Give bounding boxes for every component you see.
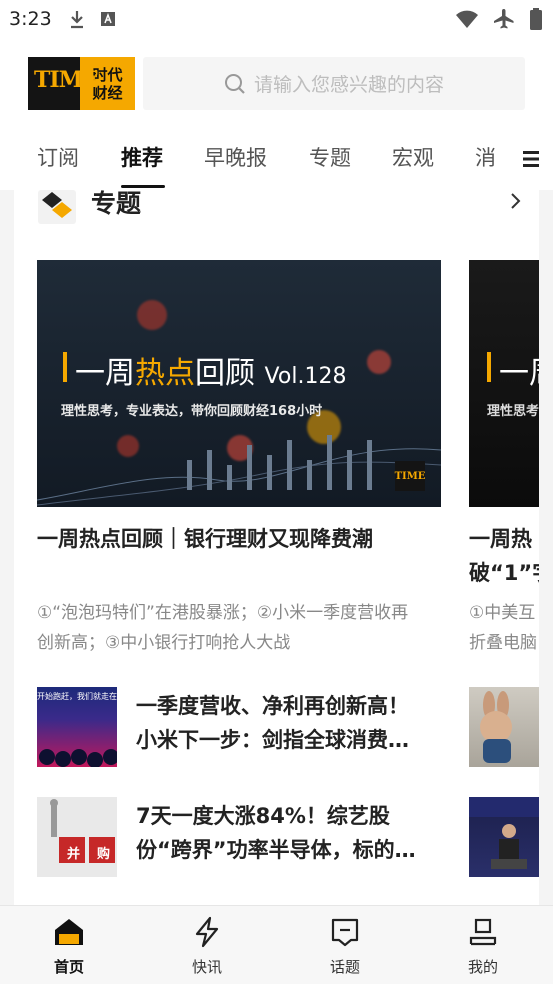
article-title-line2: 小米下一步：剑指全球消费… [136,728,409,752]
banner-word1: 一周 [75,356,135,391]
featured-banner[interactable]: 一周热点回顾 Vol.128 理性思考，专业表达，带你回顾财经168小时 TIM… [37,260,441,507]
featured2-title-line2[interactable]: 破“1”字 [469,556,539,590]
logo-text: TIME [34,67,99,93]
status-bar: 3:23 [0,0,553,38]
battery-icon [530,8,542,30]
active-tab-indicator [121,185,165,188]
nav-flash-news[interactable]: 快讯 [172,914,242,977]
tab-consumer[interactable]: 消 [475,142,496,172]
banner-subtitle: 理性思考，专业表达，带你回顾财经168小时 [61,404,323,419]
search-input[interactable]: 请输入您感兴趣的内容 [143,57,525,110]
banner-word-highlight: 热点 [135,356,195,391]
nav-topics-label: 话题 [329,958,360,976]
nav-home-label: 首页 [53,958,84,976]
article-thumbnail-2 [469,797,539,877]
featured2-desc-line2: 折叠电脑 [469,633,537,653]
category-tabs: 订阅 推荐 早晚报 专题 宏观 消 [0,130,553,190]
download-icon [71,11,83,29]
chevron-right-icon[interactable] [509,192,523,210]
candlestick-decoration [37,435,441,506]
menu-icon [522,151,539,167]
banner-volume: Vol.128 [264,364,347,389]
featured2-title-line1[interactable]: 一周热 [469,522,532,556]
app-header: TIME 时代 财经 请输入您感兴趣的内容 [0,38,553,130]
nav-home[interactable]: 首页 [34,914,104,977]
tab-topics[interactable]: 专题 [309,142,351,172]
tab-subscribe[interactable]: 订阅 [37,142,79,172]
nav-topics[interactable]: 话题 [310,914,380,977]
topics-card: 专题 一周热点回顾 Vol.128 理性思考，专业表达，带你回顾财经168小时 … [14,190,539,905]
article-thumbnail: 开始跑赶，我们就走在赢的 [37,687,117,767]
article-title-line1: 7天一度大涨84%！综艺股 [136,804,390,828]
home-icon [55,919,83,945]
tab-menu-button[interactable] [508,144,553,174]
banner-word2: 回顾 [195,356,255,391]
article-thumbnail: 并 购 [37,797,117,877]
banner2-subtitle: 理性思考 [487,404,539,419]
search-placeholder: 请输入您感兴趣的内容 [253,74,444,96]
status-time: 3:23 [9,8,52,30]
article-thumbnail-2 [469,687,539,767]
banner2-title: 一周 [499,356,539,391]
time-finance-logo[interactable]: TIME 时代 财经 [28,57,135,110]
tab-recommend[interactable]: 推荐 [121,142,163,172]
labubu-figure-image [480,691,512,763]
font-app-icon [101,12,115,26]
nav-mine-label: 我的 [467,958,498,976]
nav-mine[interactable]: 我的 [448,914,518,977]
search-icon [224,73,245,94]
tab-morning-evening[interactable]: 早晚报 [204,142,267,172]
featured-title[interactable]: 一周热点回顾｜银行理财又现降费潮 [37,522,373,556]
featured-desc-line2: 创新高；③中小银行打响抢人大战 [37,633,291,653]
list-item[interactable]: 开始跑赶，我们就走在赢的 一季度营收、净利再创新高！ 小米下一步：剑指全球消费… [37,687,539,767]
section-title: 专题 [91,190,142,218]
featured-banner-2[interactable]: 一周 理性思考 [469,260,539,507]
bottom-nav: 首页 快讯 话题 我的 [0,905,553,984]
article-title-line2: 份“跨界”功率半导体，标的… [136,838,416,862]
topic-section-icon [38,190,76,224]
topic-icon [331,918,359,947]
user-icon [469,918,497,946]
featured2-desc-line1: ①中美互 [469,603,536,623]
banner-logo: TIME [395,461,425,491]
airplane-icon [494,9,514,29]
featured-desc-line1: ①“泡泡玛特们”在港股暴涨；②小米一季度营收再 [37,603,409,623]
expo-stage-image [469,797,539,869]
thumb-char2: 购 [97,847,111,862]
wifi-icon [456,10,478,28]
list-item[interactable]: 并 购 7天一度大涨84%！综艺股 份“跨界”功率半导体，标的… [37,797,539,877]
lightning-icon [195,916,219,948]
nav-flash-label: 快讯 [191,958,222,976]
thumb-char1: 并 [67,847,81,862]
tab-macro[interactable]: 宏观 [392,142,434,172]
article-title-line1: 一季度营收、净利再创新高！ [136,694,409,718]
